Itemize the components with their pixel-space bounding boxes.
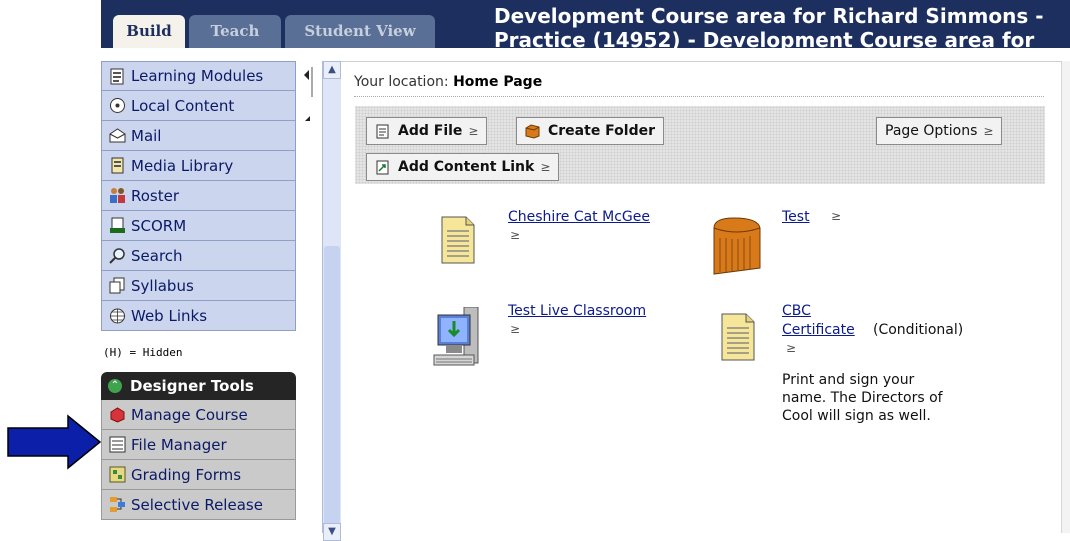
sidebar-item-scorm[interactable]: SCORM: [101, 211, 296, 241]
add-file-label: Add File: [398, 123, 463, 139]
location-label: Your location:: [354, 74, 449, 90]
header-bar: Build Teach Student View Development Cou…: [101, 0, 1070, 48]
sidebar-item-label: Search: [131, 246, 183, 265]
scroll-up-button[interactable]: ▲: [323, 61, 341, 79]
web-links-icon: [110, 308, 125, 324]
breadcrumb: Your location: Home Page: [354, 74, 542, 90]
tool-item-file-manager[interactable]: File Manager: [101, 430, 296, 460]
scroll-down-button[interactable]: ▼: [323, 523, 341, 541]
create-folder-label: Create Folder: [548, 123, 656, 139]
description-line: name. The Directors of: [782, 390, 943, 406]
syllabus-icon: [109, 277, 125, 294]
location-value: Home Page: [453, 74, 543, 90]
test-chest-icon[interactable]: [710, 214, 766, 276]
tool-item-manage-course[interactable]: Manage Course: [101, 400, 296, 430]
sidebar-item-label: Web Links: [131, 306, 208, 325]
document-icon[interactable]: [440, 213, 476, 265]
chevron-down-icon: ≥: [540, 160, 551, 174]
grading-forms-icon: [109, 466, 126, 483]
tool-item-selective-release[interactable]: Selective Release: [101, 490, 296, 520]
hidden-legend: (H) = Hidden: [103, 346, 183, 359]
sidebar-item-mail[interactable]: Mail: [101, 121, 296, 151]
sidebar-item-search[interactable]: Search: [101, 241, 296, 271]
course-title: Development Course area for Richard Simm…: [494, 4, 1070, 48]
link-icon: [376, 160, 389, 174]
document-icon[interactable]: [720, 310, 756, 362]
collapse-arrows-icon[interactable]: [297, 61, 319, 126]
page-options-button[interactable]: Page Options ≥: [876, 117, 1003, 145]
tab-teach[interactable]: Teach: [189, 15, 281, 48]
chevron-down-icon: ≥: [468, 124, 479, 138]
add-content-link-button[interactable]: Add Content Link ≥: [366, 153, 560, 181]
main-scrollbar[interactable]: [1061, 61, 1070, 533]
item-link-cbc[interactable]: CBC: [782, 303, 811, 319]
tool-item-label: File Manager: [131, 435, 227, 454]
learning-modules-icon: [110, 68, 124, 84]
description-line: Print and sign your: [782, 372, 915, 388]
scorm-icon: [110, 217, 125, 233]
divider: [354, 96, 1044, 97]
tool-item-label: Selective Release: [131, 495, 263, 514]
chevron-down-icon: ≥: [983, 124, 994, 138]
sidebar: Learning Modules Local Content Mail Medi…: [101, 61, 296, 533]
file-icon: [376, 124, 389, 138]
sidebar-item-label: Local Content: [131, 96, 235, 115]
item-link-test[interactable]: Test: [782, 209, 810, 225]
sidebar-item-label: Syllabus: [131, 276, 194, 295]
computer-icon[interactable]: [432, 307, 492, 371]
media-library-icon: [111, 157, 124, 174]
main-content: Your location: Home Page Add File ≥ Crea…: [341, 61, 1070, 534]
item-link-test-live-classroom[interactable]: Test Live Classroom: [508, 303, 646, 319]
tool-item-label: Grading Forms: [131, 465, 242, 484]
sidebar-item-label: SCORM: [131, 216, 187, 235]
sidebar-scrollbar[interactable]: ▲ ▼: [322, 61, 341, 541]
designer-tools-header[interactable]: ⌃ Designer Tools: [101, 372, 296, 400]
selective-release-icon: [110, 497, 125, 512]
chevron-down-icon[interactable]: ≥: [786, 341, 796, 355]
page-options-label: Page Options: [885, 123, 978, 139]
sidebar-item-label: Learning Modules: [131, 67, 264, 85]
file-manager-icon: [109, 436, 126, 453]
item-status: (Conditional): [873, 322, 964, 338]
sidebar-item-local-content[interactable]: Local Content: [101, 91, 296, 121]
description-line: Cool will sign as well.: [782, 408, 931, 424]
item-link-certificate[interactable]: Certificate: [782, 322, 855, 338]
content-toolbar: Add File ≥ Create Folder Page Options ≥ …: [355, 106, 1045, 184]
item-link-cheshire-cat-mcgee[interactable]: Cheshire Cat McGee: [508, 209, 650, 225]
sidebar-item-syllabus[interactable]: Syllabus: [101, 271, 296, 301]
sidebar-item-roster[interactable]: Roster: [101, 181, 296, 211]
add-file-button[interactable]: Add File ≥: [366, 117, 488, 145]
sidebar-item-label: Roster: [131, 186, 180, 205]
roster-icon: [110, 188, 125, 203]
sidebar-splitter[interactable]: [297, 61, 319, 533]
sidebar-item-media-library[interactable]: Media Library: [101, 151, 296, 181]
tool-item-grading-forms[interactable]: Grading Forms: [101, 460, 296, 490]
manage-course-icon: [110, 407, 125, 423]
collapse-icon[interactable]: ⌃: [108, 379, 122, 393]
local-content-icon: [110, 98, 125, 113]
chevron-down-icon[interactable]: ≥: [510, 228, 520, 242]
search-icon: [109, 248, 125, 264]
chevron-down-icon[interactable]: ≥: [831, 209, 841, 223]
pointer-arrow-icon: [7, 414, 102, 470]
sidebar-item-web-links[interactable]: Web Links: [101, 301, 296, 331]
course-title-line1: Development Course area for Richard Simm…: [494, 4, 1044, 28]
tool-item-label: Manage Course: [131, 405, 248, 424]
create-folder-button[interactable]: Create Folder: [516, 117, 665, 145]
course-title-line2: Practice (14952) - Development Course ar…: [494, 28, 1035, 48]
sidebar-item-learning-modules[interactable]: Learning Modules: [101, 61, 296, 91]
tab-build[interactable]: Build: [113, 15, 185, 48]
item-description: Print and sign your name. The Directors …: [782, 371, 943, 425]
scroll-thumb[interactable]: [324, 246, 340, 526]
chevron-down-icon[interactable]: ≥: [510, 322, 520, 336]
add-content-link-label: Add Content Link: [398, 159, 535, 175]
folder-icon: [525, 123, 540, 139]
mail-icon: [109, 128, 126, 143]
sidebar-item-label: Media Library: [131, 156, 234, 175]
sidebar-item-label: Mail: [131, 126, 162, 145]
tab-student-view[interactable]: Student View: [285, 15, 435, 48]
designer-tools-title: Designer Tools: [130, 377, 254, 395]
